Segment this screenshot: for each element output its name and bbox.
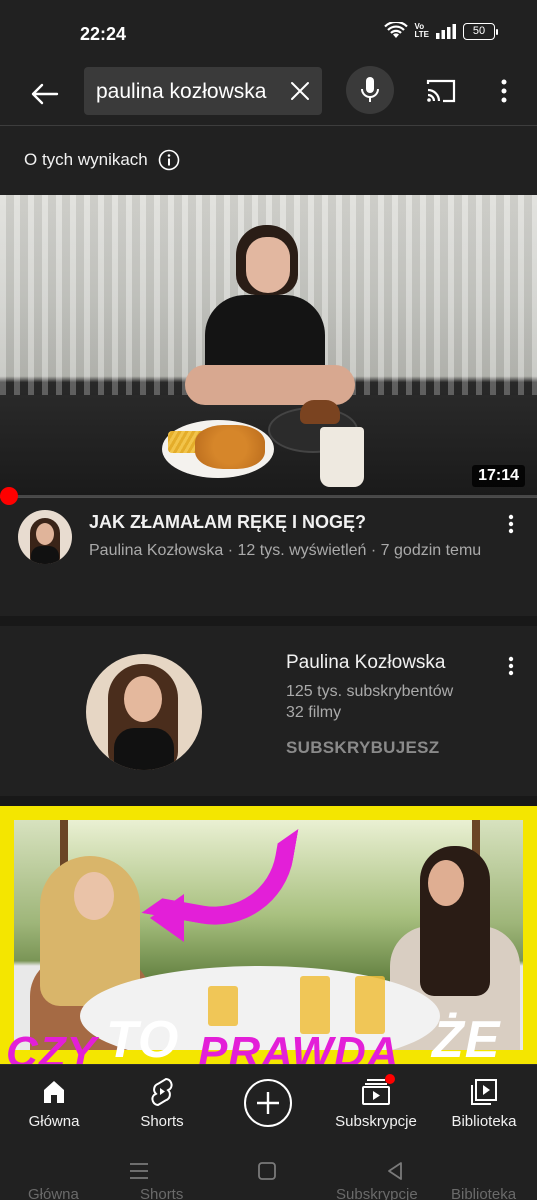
triangle-back-icon	[388, 1162, 402, 1180]
more-vert-icon	[508, 656, 514, 676]
nav-shorts[interactable]: Shorts	[122, 1065, 202, 1141]
section-divider	[0, 616, 537, 626]
battery-icon: 50	[463, 22, 498, 40]
avatar-face	[124, 676, 162, 722]
square-icon	[258, 1162, 276, 1180]
about-results-row[interactable]: O tych wynikach	[0, 127, 537, 193]
channel-subscribers: 125 tys. subskrybentów	[286, 683, 454, 700]
channel-name[interactable]: Paulina Kozłowska	[286, 652, 445, 674]
cast-button[interactable]	[420, 72, 462, 110]
ghost-label: Główna	[28, 1186, 79, 1200]
ghost-label: Shorts	[140, 1186, 184, 1200]
create-icon	[244, 1079, 292, 1127]
bottom-navigation: Główna Shorts Subskrypcje Biblioteka	[0, 1064, 537, 1140]
thumbnail-burger	[300, 400, 340, 424]
notification-dot	[385, 1073, 395, 1084]
nav-library[interactable]: Biblioteka	[442, 1065, 526, 1141]
nav-label: Główna	[28, 1112, 80, 1130]
signal-icon	[436, 24, 456, 39]
video-title[interactable]: JAK ZŁAMAŁAM RĘKĘ I NOGĘ?	[89, 512, 489, 533]
home-icon	[40, 1077, 68, 1107]
volte-icon: Vo LTE	[414, 22, 429, 39]
nav-home[interactable]: Główna	[14, 1065, 94, 1141]
shorts-icon	[148, 1077, 176, 1107]
more-vert-icon	[501, 79, 507, 103]
thumbnail-person-face	[246, 237, 290, 293]
clear-search-button[interactable]	[286, 77, 314, 105]
thumbnail-word: CZY	[6, 1028, 97, 1064]
system-navigation-bar: Główna Shorts Subskrypcje Biblioteka	[0, 1140, 537, 1200]
status-icons: Vo LTE 50	[384, 22, 498, 40]
library-icon	[470, 1077, 498, 1107]
search-query[interactable]: paulina kozłowska	[96, 80, 276, 104]
search-header: paulina kozłowska	[0, 62, 537, 126]
status-time: 22:24	[80, 24, 127, 44]
more-options-button[interactable]	[488, 72, 520, 110]
info-icon[interactable]	[158, 149, 180, 171]
channel-video-count: 32 filmy	[286, 704, 342, 721]
more-vert-icon	[508, 514, 514, 534]
thumbnail-word: TO	[106, 1011, 180, 1064]
video-thumbnail-2[interactable]: CZY TO PRAWDA ŻE	[0, 806, 537, 1064]
video-duration-badge: 17:14	[472, 465, 525, 487]
status-bar: 22:24 Vo LTE 50	[0, 0, 537, 62]
ghost-label: Biblioteka	[451, 1186, 517, 1200]
nav-subscriptions[interactable]: Subskrypcje	[330, 1065, 422, 1141]
recent-apps-button[interactable]	[124, 1156, 154, 1186]
search-input[interactable]: paulina kozłowska	[84, 67, 322, 115]
ghost-nav-labels: Główna Shorts Subskrypcje Biblioteka	[0, 1186, 537, 1200]
nav-label: Shorts	[140, 1112, 184, 1130]
subscribed-button[interactable]: SUBSKRYBUJESZ	[286, 738, 439, 758]
close-icon	[291, 82, 309, 100]
thumbnail-word: PRAWDA	[198, 1028, 400, 1064]
thumbnail-word: ŻE	[432, 1011, 501, 1064]
subscriptions-icon	[361, 1073, 395, 1107]
nav-label: Biblioteka	[451, 1112, 517, 1130]
video-menu-button[interactable]	[499, 512, 523, 536]
nav-create[interactable]	[228, 1065, 308, 1141]
microphone-icon	[361, 77, 379, 102]
thumbnail-nuggets	[195, 425, 265, 469]
video-meta[interactable]: JAK ZŁAMAŁAM RĘKĘ I NOGĘ? Paulina Kozłow…	[0, 498, 537, 616]
back-system-button[interactable]	[380, 1156, 410, 1186]
section-divider	[0, 796, 537, 806]
video-subtitle: Paulina Kozłowska · 12 tys. wyświetleń ·…	[89, 542, 482, 559]
menu-icon	[130, 1163, 148, 1179]
ghost-label: Subskrypcje	[336, 1186, 418, 1200]
avatar-body	[31, 546, 59, 564]
thumbnail-cup	[320, 427, 364, 487]
avatar-body	[114, 728, 174, 770]
voice-search-button[interactable]	[346, 66, 394, 114]
wifi-icon	[384, 22, 409, 38]
home-system-button[interactable]	[252, 1156, 282, 1186]
avatar-face	[36, 523, 54, 545]
nav-label: Subskrypcje	[335, 1112, 417, 1130]
video-thumbnail[interactable]: 17:14	[0, 195, 537, 497]
channel-menu-button[interactable]	[499, 654, 523, 678]
arrow-left-icon	[31, 83, 59, 105]
channel-avatar[interactable]	[18, 510, 72, 564]
back-button[interactable]	[24, 74, 64, 114]
thumbnail-person-arms	[185, 365, 355, 405]
channel-card[interactable]: Paulina Kozłowska 125 tys. subskrybentów…	[0, 626, 537, 796]
thumbnail-caption: CZY TO PRAWDA ŻE	[0, 1011, 537, 1064]
about-results-label: O tych wynikach	[24, 150, 148, 169]
channel-avatar-large[interactable]	[86, 654, 202, 770]
cast-icon	[426, 79, 456, 103]
